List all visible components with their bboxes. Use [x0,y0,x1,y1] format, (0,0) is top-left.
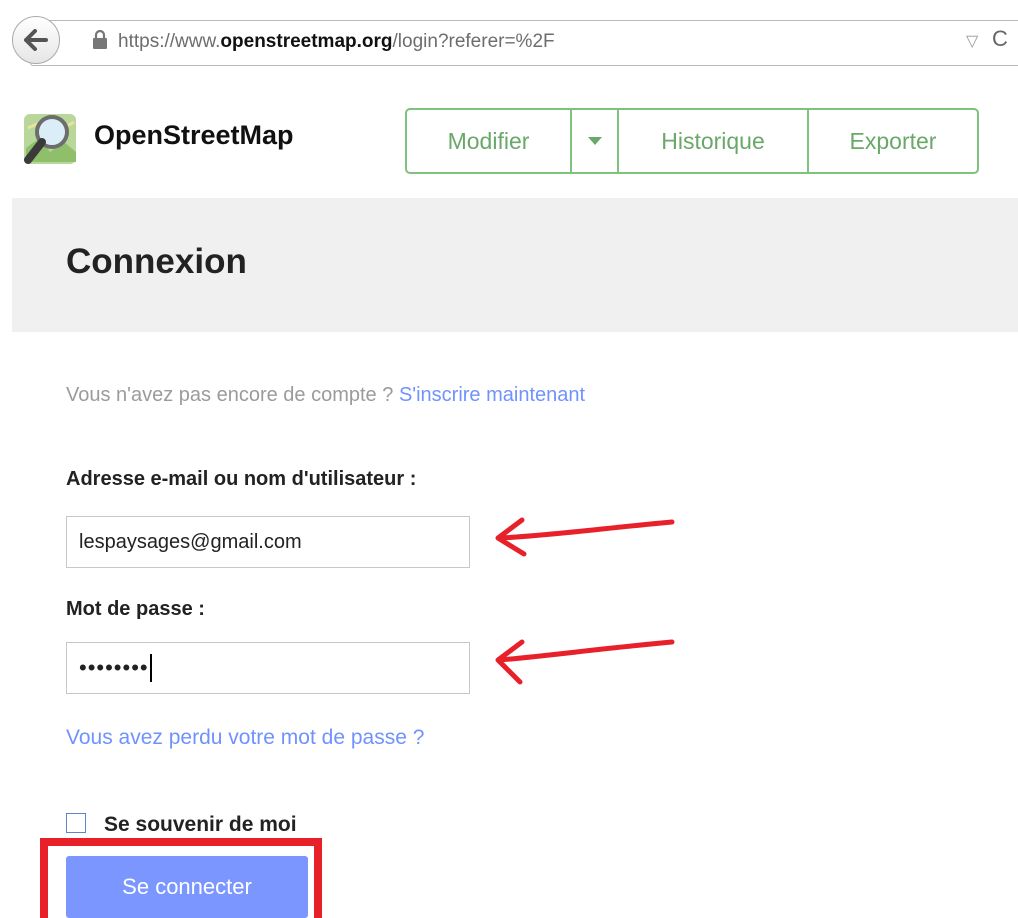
annotation-arrow-email [495,517,675,557]
osm-logo-icon[interactable] [20,108,82,170]
signup-prompt: Vous n'avez pas encore de compte ? S'ins… [66,384,585,407]
browser-toolbar: https://www.openstreetmap.org/login?refe… [0,0,1018,80]
site-name[interactable]: OpenStreetMap [94,120,294,151]
remember-me-checkbox[interactable] [66,813,86,833]
email-value: lespaysages@gmail.com [79,530,302,553]
exporter-button[interactable]: Exporter [809,110,977,172]
email-field[interactable]: lespaysages@gmail.com [66,516,470,568]
signup-link[interactable]: S'inscrire maintenant [399,384,585,406]
title-band: Connexion [12,198,1018,332]
signup-text: Vous n'avez pas encore de compte ? [66,384,394,406]
lock-icon [93,30,107,49]
caret-down-icon [587,136,602,145]
remember-me-label[interactable]: Se souvenir de moi [104,813,297,837]
back-arrow-icon [24,29,48,51]
url-domain: openstreetmap.org [220,31,393,52]
modifier-button[interactable]: Modifier [407,110,572,172]
forgot-password-link[interactable]: Vous avez perdu votre mot de passe ? [66,726,424,750]
main-nav: Modifier Historique Exporter [405,108,979,174]
url-path: /login?referer=%2F [392,31,555,52]
annotation-highlight-box [40,838,322,918]
email-label: Adresse e-mail ou nom d'utilisateur : [66,468,417,490]
historique-button[interactable]: Historique [619,110,809,172]
text-cursor [149,654,152,682]
annotation-arrow-password [495,639,675,685]
url-prefix: https://www. [118,31,221,52]
edit-dropdown-button[interactable] [572,110,619,172]
reload-icon[interactable]: C [992,26,1008,52]
url-dropdown-icon[interactable]: ▽ [966,31,978,51]
page-title: Connexion [66,242,247,281]
password-label: Mot de passe : [66,598,205,620]
back-button[interactable] [12,16,60,64]
password-field[interactable]: •••••••• [66,642,470,694]
url-text[interactable]: https://www.openstreetmap.org/login?refe… [118,31,555,53]
password-value: •••••••• [79,655,149,680]
